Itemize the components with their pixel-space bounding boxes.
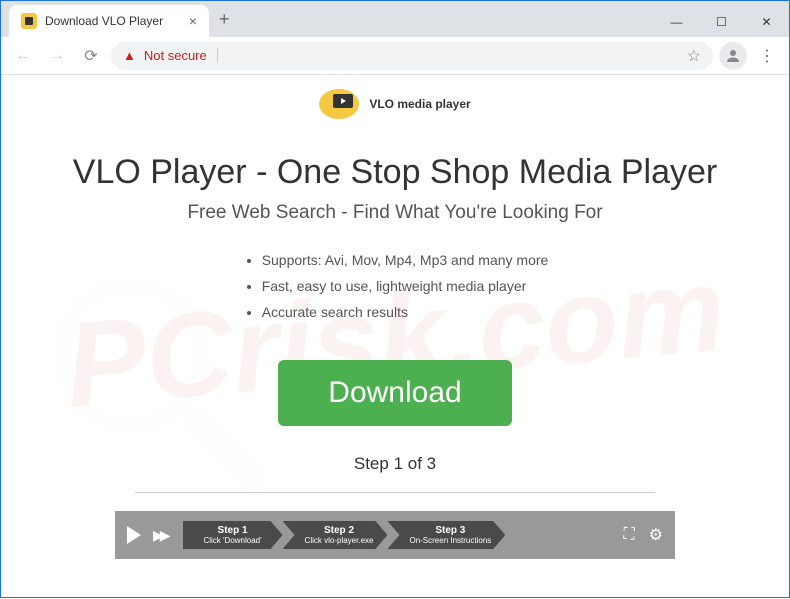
- divider: [135, 492, 655, 493]
- gear-icon[interactable]: ⚙: [649, 525, 663, 545]
- profile-avatar[interactable]: [719, 42, 747, 70]
- browser-titlebar: Download VLO Player × + — ☐ ✕: [1, 1, 789, 37]
- bookmark-star-icon[interactable]: ☆: [687, 46, 701, 66]
- step-chevron-1[interactable]: Step 1 Click 'Download': [183, 521, 283, 549]
- forward-button[interactable]: →: [43, 42, 71, 70]
- tab-favicon: [21, 13, 37, 29]
- step-chevron-3[interactable]: Step 3 On-Screen Instructions: [387, 521, 505, 549]
- new-tab-button[interactable]: +: [209, 9, 240, 30]
- logo-text: VLO media player: [369, 97, 470, 111]
- window-controls: — ☐ ✕: [654, 7, 789, 37]
- reload-button[interactable]: ⟳: [77, 42, 105, 70]
- browser-tab[interactable]: Download VLO Player ×: [9, 5, 209, 37]
- page-heading: VLO Player - One Stop Shop Media Player: [41, 153, 749, 192]
- steps-chevrons: Step 1 Click 'Download' Step 2 Click vlo…: [183, 521, 506, 549]
- fullscreen-icon[interactable]: ⛶: [623, 526, 634, 544]
- not-secure-label: Not secure: [144, 48, 218, 63]
- play-icon[interactable]: [127, 526, 141, 544]
- tab-title: Download VLO Player: [45, 14, 163, 28]
- logo-icon: [319, 89, 359, 119]
- step-chevron-2[interactable]: Step 2 Click vlo-player.exe: [283, 521, 388, 549]
- feature-list: Supports: Avi, Mov, Mp4, Mp3 and many mo…: [242, 252, 549, 330]
- feature-item: Supports: Avi, Mov, Mp4, Mp3 and many mo…: [262, 252, 549, 268]
- menu-button[interactable]: ⋮: [753, 42, 781, 70]
- fast-forward-icon[interactable]: ▶▶: [153, 527, 167, 544]
- warning-icon: ▲: [123, 48, 136, 63]
- address-bar[interactable]: ▲ Not secure ☆: [111, 42, 713, 70]
- maximize-button[interactable]: ☐: [699, 7, 744, 37]
- player-bar: ▶▶ Step 1 Click 'Download' Step 2 Click …: [115, 511, 675, 559]
- close-button[interactable]: ✕: [744, 7, 789, 37]
- page-content: PCrisk.com VLO media player VLO Player -…: [1, 75, 789, 599]
- back-button[interactable]: ←: [9, 42, 37, 70]
- feature-item: Accurate search results: [262, 304, 549, 320]
- feature-item: Fast, easy to use, lightweight media pla…: [262, 278, 549, 294]
- page-subtitle: Free Web Search - Find What You're Looki…: [41, 202, 749, 224]
- browser-toolbar: ← → ⟳ ▲ Not secure ☆ ⋮: [1, 37, 789, 75]
- download-button[interactable]: Download: [278, 360, 511, 426]
- minimize-button[interactable]: —: [654, 7, 699, 37]
- step-indicator: Step 1 of 3: [41, 454, 749, 474]
- tab-close-icon[interactable]: ×: [189, 13, 197, 29]
- site-logo: VLO media player: [1, 75, 789, 133]
